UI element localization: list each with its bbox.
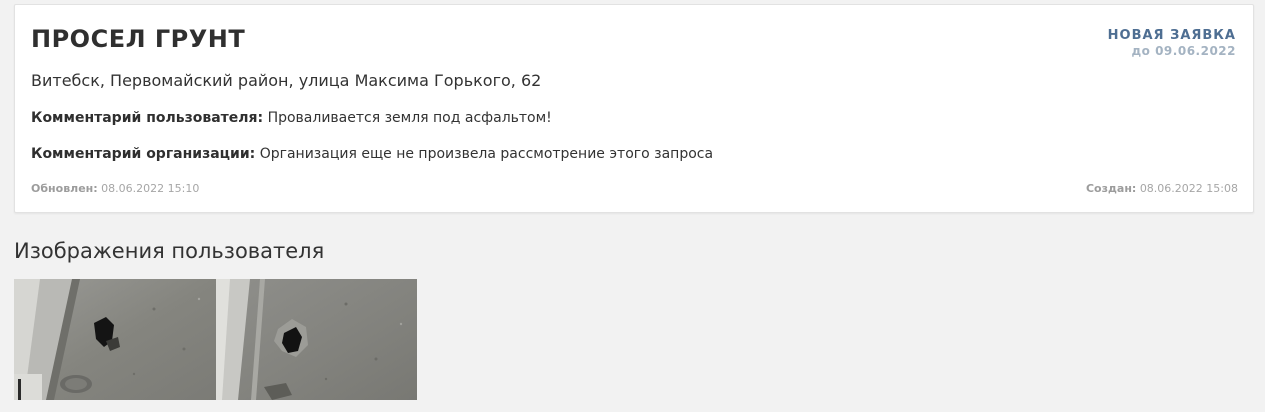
created-value: 08.06.2022 15:08 [1139, 182, 1238, 195]
updated-timestamp: Обновлен: 08.06.2022 15:10 [31, 182, 199, 196]
asphalt-hole-photo-1 [14, 279, 216, 400]
created-label: Создан: [1085, 182, 1137, 195]
org-comment: Комментарий организации: Организация еще… [31, 145, 713, 163]
org-comment-text: Организация еще не произвела рассмотрени… [259, 146, 714, 162]
request-address: Витебск, Первомайский район, улица Макси… [31, 71, 542, 90]
user-comment-label: Комментарий пользователя: [31, 110, 264, 126]
deadline-text: до 09.06.2022 [1131, 44, 1236, 58]
status-block: НОВАЯ ЗАЯВКА до 09.06.2022 [1108, 28, 1236, 58]
user-comment-text: Проваливается земля под асфальтом! [267, 110, 552, 126]
org-comment-label: Комментарий организации: [31, 146, 256, 162]
created-timestamp: Создан: 08.06.2022 15:08 [1086, 182, 1238, 196]
updated-value: 08.06.2022 15:10 [101, 182, 200, 195]
user-image-thumbnail[interactable] [14, 279, 216, 400]
request-title: ПРОСЕЛ ГРУНТ [31, 25, 246, 53]
user-image-thumbnail[interactable] [216, 279, 417, 400]
updated-label: Обновлен: [31, 182, 98, 195]
gallery-title: Изображения пользователя [14, 239, 325, 263]
request-card: ПРОСЕЛ ГРУНТ НОВАЯ ЗАЯВКА до 09.06.2022 … [14, 4, 1254, 213]
asphalt-hole-photo-2 [216, 279, 417, 400]
status-badge: НОВАЯ ЗАЯВКА [1107, 28, 1236, 43]
user-comment: Комментарий пользователя: Проваливается … [31, 109, 552, 127]
